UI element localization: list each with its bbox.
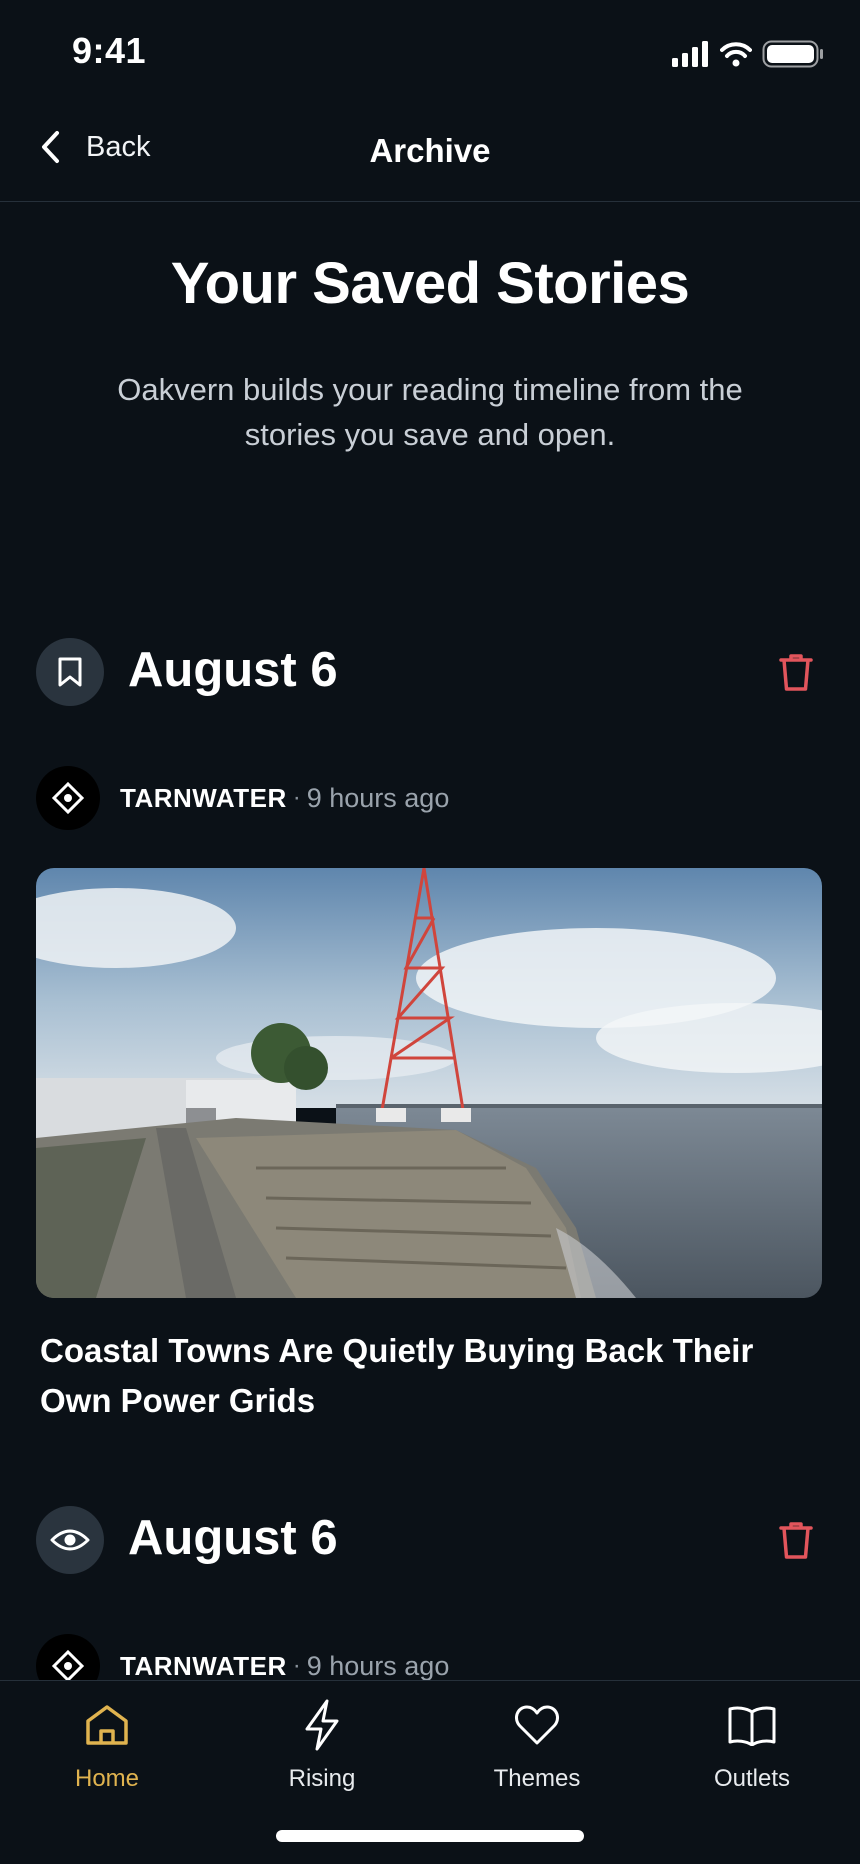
heart-icon [515, 1705, 559, 1745]
time-ago: 9 hours ago [306, 782, 450, 813]
tab-label: Themes [493, 1765, 581, 1792]
diamond-icon [51, 781, 85, 815]
battery-icon [762, 40, 823, 68]
navigation-bar: Back Archive [0, 100, 860, 202]
bolt-icon [305, 1699, 339, 1751]
home-indicator [276, 1830, 584, 1842]
tab-themes[interactable]: Themes [457, 1695, 617, 1793]
separator: · [292, 784, 301, 811]
tab-label: Rising [288, 1765, 356, 1792]
day-header: August 6 [36, 1506, 824, 1574]
source-logo [36, 766, 100, 830]
wifi-icon [720, 42, 752, 67]
day-title: August 6 [128, 1511, 338, 1565]
status-time: 9:41 [72, 30, 147, 71]
signal-icon [672, 41, 708, 67]
hero-title: Your Saved Stories [170, 251, 690, 316]
trash-icon [779, 1522, 813, 1559]
diamond-icon [51, 1649, 85, 1683]
bookmark-icon [58, 657, 82, 687]
hero-section: Your Saved Stories Oakvern builds your r… [0, 250, 860, 457]
separator: · [292, 1652, 301, 1679]
status-bar: 9:41 [0, 0, 860, 100]
source-name: TARNWATER [120, 1650, 287, 1681]
tab-home[interactable]: Home [27, 1695, 187, 1793]
tab-label: Outlets [713, 1765, 791, 1792]
day-title: August 6 [128, 643, 338, 697]
time-ago: 9 hours ago [306, 1650, 450, 1681]
opened-badge [36, 1506, 104, 1574]
day-header: August 6 [36, 638, 824, 706]
home-icon [86, 1705, 128, 1745]
tab-label: Home [74, 1765, 140, 1792]
saved-badge [36, 638, 104, 706]
source-row[interactable]: TARNWATER · 9 hours ago [36, 766, 449, 830]
tab-outlets[interactable]: Outlets [672, 1695, 832, 1793]
story-headline[interactable]: Coastal Towns Are Quietly Buying Back Th… [40, 1326, 820, 1426]
story-image[interactable] [36, 868, 822, 1298]
source-name: TARNWATER [120, 782, 287, 813]
delete-button[interactable] [768, 1512, 824, 1568]
tab-rising[interactable]: Rising [242, 1695, 402, 1793]
book-icon [728, 1706, 776, 1746]
eye-icon [50, 1529, 90, 1551]
delete-button[interactable] [768, 644, 824, 700]
hero-subtitle: Oakvern builds your reading timeline fro… [117, 372, 743, 452]
trash-icon [779, 654, 813, 691]
page-title: Archive [369, 132, 491, 169]
status-icons [672, 40, 824, 68]
